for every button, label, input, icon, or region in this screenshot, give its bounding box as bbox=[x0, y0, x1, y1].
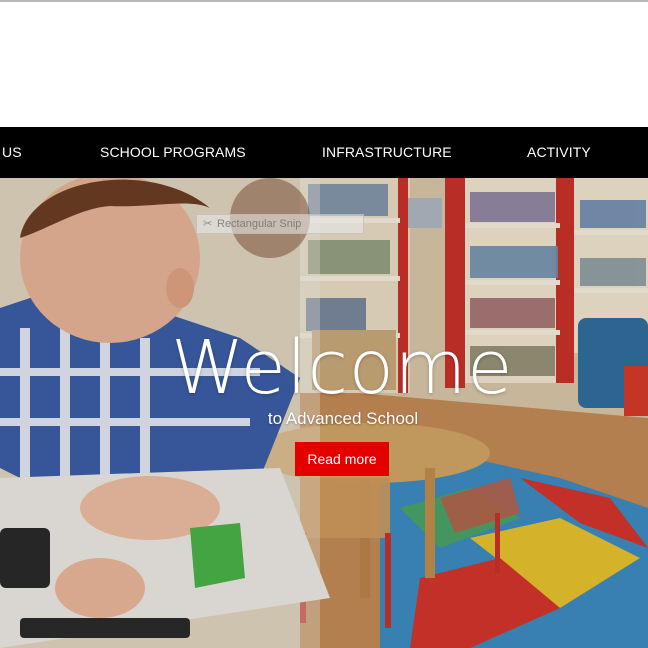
nav-item-school-programs[interactable]: SCHOOL PROGRAMS bbox=[100, 127, 246, 178]
nav-item-activity[interactable]: ACTIVITY bbox=[527, 127, 591, 178]
read-more-button[interactable]: Read more bbox=[295, 442, 389, 476]
hero-banner: ✂ Rectangular Snip Welcome to Advanced Sc… bbox=[0, 178, 648, 648]
rectangular-snip-tooltip: ✂ Rectangular Snip bbox=[196, 214, 364, 234]
scissors-icon: ✂ bbox=[203, 218, 213, 230]
main-navbar: US SCHOOL PROGRAMS INFRASTRUCTURE ACTIVI… bbox=[0, 127, 648, 178]
tooltip-label: Rectangular Snip bbox=[217, 218, 302, 230]
nav-item-infrastructure[interactable]: INFRASTRUCTURE bbox=[322, 127, 452, 178]
hero-title: Welcome bbox=[171, 325, 513, 411]
nav-item-us[interactable]: US bbox=[2, 127, 22, 178]
hero-subtitle: to Advanced School bbox=[267, 409, 419, 428]
header-area bbox=[0, 2, 648, 127]
